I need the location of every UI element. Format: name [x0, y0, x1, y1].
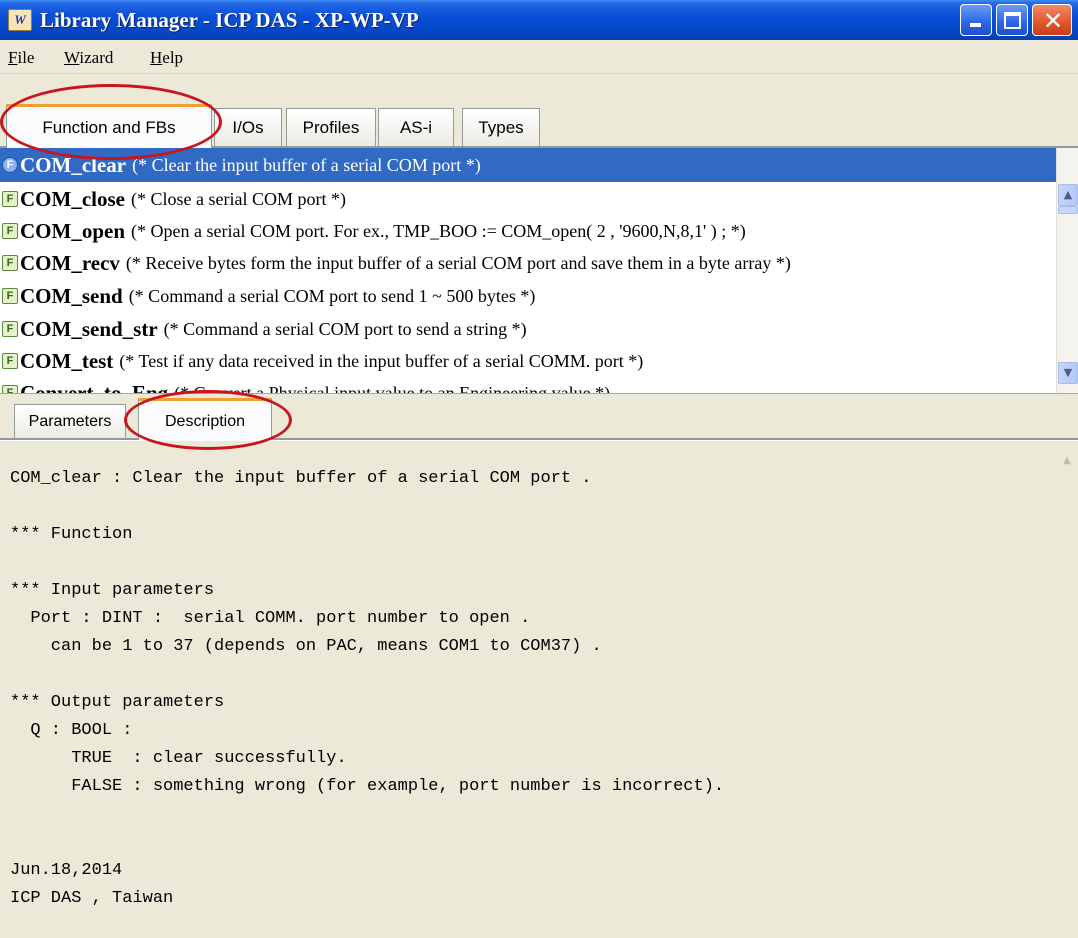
- description-line: ICP DAS , Taiwan: [10, 889, 174, 908]
- tab-parameters[interactable]: Parameters: [14, 404, 126, 438]
- function-badge-icon: F: [2, 321, 18, 337]
- description-panel[interactable]: COM_clear : Clear the input buffer of a …: [0, 440, 1078, 938]
- function-badge-icon: F: [2, 223, 18, 239]
- function-badge-icon: F: [2, 353, 18, 369]
- function-name: Convert_to_Eng: [20, 380, 169, 394]
- function-badge-icon: F: [2, 288, 18, 304]
- menu-file[interactable]: File: [8, 48, 34, 68]
- function-badge-icon: F: [2, 191, 18, 207]
- function-desc: (* Command a serial COM port to send a s…: [163, 318, 527, 339]
- arrow-down-icon[interactable]: ▼: [1058, 362, 1078, 384]
- menu-help[interactable]: Help: [150, 48, 183, 68]
- function-desc: (* Close a serial COM port *): [130, 188, 346, 209]
- function-badge-icon: F: [2, 157, 18, 173]
- menu-bar: File Wizard Help: [0, 40, 1078, 74]
- scrollbar-thumb[interactable]: [1058, 206, 1078, 214]
- description-line: *** Function: [10, 525, 133, 544]
- list-item[interactable]: F COM_send (* Command a serial COM port …: [0, 279, 1058, 313]
- function-desc: (* Test if any data received in the inpu…: [119, 350, 644, 371]
- list-item[interactable]: F COM_send_str (* Command a serial COM p…: [0, 312, 1058, 346]
- tab-profiles[interactable]: Profiles: [286, 108, 376, 146]
- function-desc: (* Open a serial COM port. For ex., TMP_…: [131, 220, 746, 241]
- function-name: COM_send_str: [20, 316, 158, 341]
- function-name: COM_test: [20, 348, 114, 373]
- description-line: FALSE : something wrong (for example, po…: [10, 777, 725, 796]
- close-icon: ✕: [1043, 7, 1064, 35]
- function-name: COM_send: [20, 283, 123, 308]
- description-line: *** Input parameters: [10, 581, 215, 600]
- tab-ios[interactable]: I/Os: [214, 108, 282, 146]
- app-icon: W: [8, 9, 32, 31]
- list-item[interactable]: F COM_open (* Open a serial COM port. Fo…: [0, 214, 1058, 248]
- function-name: COM_recv: [20, 250, 120, 275]
- description-line: Port : DINT : serial COMM. port number t…: [10, 609, 531, 628]
- description-line: [10, 801, 1040, 829]
- highlight-circle-function-tab: [0, 84, 222, 160]
- function-desc: (* Receive bytes form the input buffer o…: [125, 252, 791, 273]
- list-item[interactable]: F COM_test (* Test if any data received …: [0, 344, 1058, 378]
- function-badge-icon: F: [2, 255, 18, 271]
- description-text: COM_clear : Clear the input buffer of a …: [10, 465, 1040, 913]
- list-item[interactable]: F COM_close (* Close a serial COM port *…: [0, 182, 1058, 216]
- description-line: [10, 549, 1040, 577]
- description-line: can be 1 to 37 (depends on PAC, means CO…: [10, 637, 602, 656]
- description-line: *** Output parameters: [10, 693, 225, 712]
- minimize-icon: [970, 23, 981, 27]
- list-item[interactable]: F Convert_to_Eng (* Convert a Physical i…: [0, 376, 1058, 394]
- description-line: [10, 493, 1040, 521]
- description-line: [10, 661, 1040, 689]
- function-name: COM_close: [20, 186, 125, 211]
- arrow-up-icon[interactable]: ▲: [1058, 455, 1076, 475]
- maximize-button[interactable]: [996, 4, 1028, 36]
- description-line: Jun.18,2014: [10, 861, 123, 880]
- description-line: TRUE : clear successfully.: [10, 749, 347, 768]
- description-line: [10, 829, 1040, 857]
- menu-wizard[interactable]: Wizard: [64, 48, 113, 68]
- description-line: Q : BOOL :: [10, 721, 133, 740]
- function-name: COM_open: [20, 218, 125, 243]
- list-item[interactable]: F COM_recv (* Receive bytes form the inp…: [0, 246, 1058, 280]
- function-badge-icon: F: [2, 385, 18, 393]
- tab-as-i[interactable]: AS-i: [378, 108, 454, 146]
- function-list-scrollbar[interactable]: ▲ ▼: [1056, 148, 1078, 393]
- function-desc: (* Command a serial COM port to send 1 ~…: [128, 285, 536, 306]
- description-scrollbar[interactable]: ▲: [1056, 441, 1078, 938]
- tab-types[interactable]: Types: [462, 108, 540, 146]
- close-button[interactable]: ✕: [1032, 4, 1072, 36]
- minimize-button[interactable]: [960, 4, 992, 36]
- maximize-icon: [1004, 12, 1021, 29]
- description-line: COM_clear : Clear the input buffer of a …: [10, 469, 592, 488]
- arrow-up-icon[interactable]: ▲: [1058, 184, 1078, 206]
- window-title: Library Manager - ICP DAS - XP-WP-VP: [40, 8, 419, 32]
- function-desc: (* Clear the input buffer of a serial CO…: [132, 154, 481, 175]
- highlight-circle-description-tab: [124, 390, 292, 450]
- function-list[interactable]: F COM_clear (* Clear the input buffer of…: [0, 148, 1078, 394]
- title-bar: W Library Manager - ICP DAS - XP-WP-VP ✕: [0, 0, 1078, 40]
